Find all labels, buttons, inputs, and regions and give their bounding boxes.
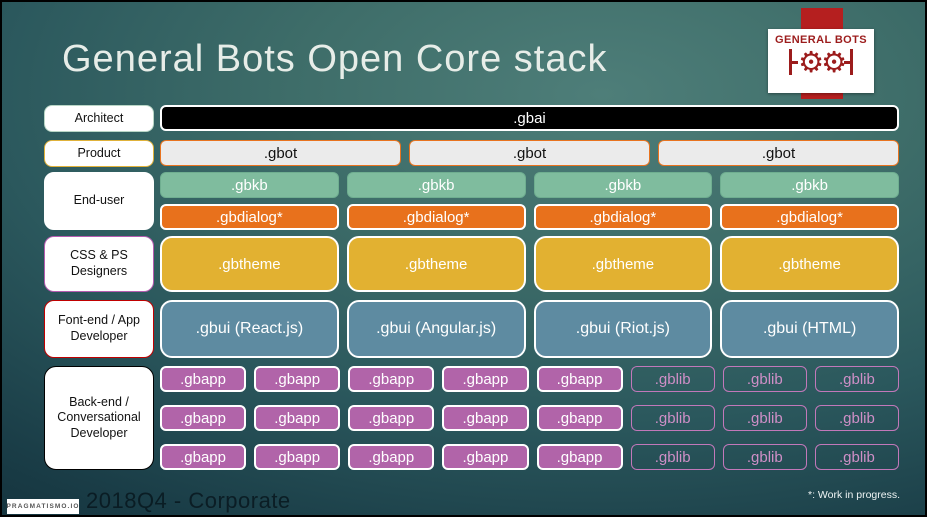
gbapp-box: .gbapp [442,405,529,431]
sidebar-label-designers: CSS & PS Designers [44,236,154,292]
gblib-box: .gblib [814,444,899,470]
gear-endbar-icon [850,49,853,75]
gbtheme-box: .gbtheme [720,236,899,292]
gbapp-box: .gbapp [536,444,623,470]
gbkb-box: .gbkb [346,172,526,198]
gbot-box: .gbot [160,140,401,166]
gbkb-box: .gbkb [720,172,899,198]
gbapp-box: .gbapp [442,366,529,392]
work-in-progress-note: *: Work in progress. [808,489,901,501]
gbui-riot-box: .gbui (Riot.js) [533,300,713,358]
gbapp-box: .gbapp [536,366,623,392]
row-gbai: .gbai [160,105,899,131]
row-gbtheme: .gbtheme .gbtheme .gbtheme .gbtheme [160,236,899,292]
gbapp-box: .gbapp [442,444,529,470]
sidebar-label-end-user: End-user [44,172,154,230]
gbai-box: .gbai [160,105,899,131]
gbdialog-box: .gbdialog* [533,204,713,230]
gbapp-box: .gbapp [160,366,247,392]
gbui-html-box: .gbui (HTML) [720,300,899,358]
row-gbui: .gbui (React.js) .gbui (Angular.js) .gbu… [160,300,899,358]
gear-icon: ⚙ [821,45,847,79]
row-gbapp-1: .gbapp .gbapp .gbapp .gbapp .gbapp .gbli… [160,366,899,392]
gblib-box: .gblib [722,444,807,470]
gblib-box: .gblib [814,405,899,431]
row-gbapp-3: .gbapp .gbapp .gbapp .gbapp .gbapp .gbli… [160,444,899,470]
gbtheme-box: .gbtheme [346,236,526,292]
page-title: General Bots Open Core stack [62,38,608,80]
gbapp-box: .gbapp [160,405,247,431]
gblib-box: .gblib [630,366,715,392]
gbtheme-box: .gbtheme [160,236,339,292]
gblib-box: .gblib [814,366,899,392]
gblib-box: .gblib [630,444,715,470]
gbapp-box: .gbapp [348,405,435,431]
gbui-angular-box: .gbui (Angular.js) [346,300,526,358]
sidebar-label-product: Product [44,140,154,167]
gbapp-box: .gbapp [348,366,435,392]
gbapp-box: .gbapp [160,444,247,470]
gbui-react-box: .gbui (React.js) [160,300,339,358]
gbapp-box: .gbapp [254,444,341,470]
row-gbapp-2: .gbapp .gbapp .gbapp .gbapp .gbapp .gbli… [160,405,899,431]
gblib-box: .gblib [630,405,715,431]
sidebar-label-frontend-developer: Font-end / App Developer [44,300,154,358]
gbdialog-box: .gbdialog* [346,204,526,230]
gbdialog-box: .gbdialog* [160,204,339,230]
row-gbot: .gbot .gbot .gbot [160,140,899,166]
gears-icon: ⚙ ⚙ [789,47,853,77]
gbapp-box: .gbapp [254,366,341,392]
row-gbdialog: .gbdialog* .gbdialog* .gbdialog* .gbdial… [160,204,899,230]
gbdialog-box: .gbdialog* [720,204,899,230]
gbapp-box: .gbapp [536,405,623,431]
slide: General Bots Open Core stack GENERAL BOT… [0,0,927,517]
pragmatismo-logo: PRAGMATISMO.IO [6,499,79,514]
slide-caption: 2018Q4 - Corporate [86,488,291,513]
gbapp-box: .gbapp [348,444,435,470]
gbot-box: .gbot [409,140,650,166]
gbapp-box: .gbapp [254,405,341,431]
gblib-box: .gblib [722,405,807,431]
gbkb-box: .gbkb [533,172,713,198]
gbkb-box: .gbkb [160,172,339,198]
sidebar-label-backend-developer: Back-end / Conversational Developer [44,366,154,470]
sidebar-label-architect: Architect [44,105,154,132]
row-gbkb: .gbkb .gbkb .gbkb .gbkb [160,172,899,198]
gblib-box: .gblib [722,366,807,392]
gbot-box: .gbot [658,140,899,166]
gear-icon: ⚙ [798,45,824,79]
gbtheme-box: .gbtheme [533,236,713,292]
general-bots-logo: GENERAL BOTS ⚙ ⚙ [768,29,874,93]
